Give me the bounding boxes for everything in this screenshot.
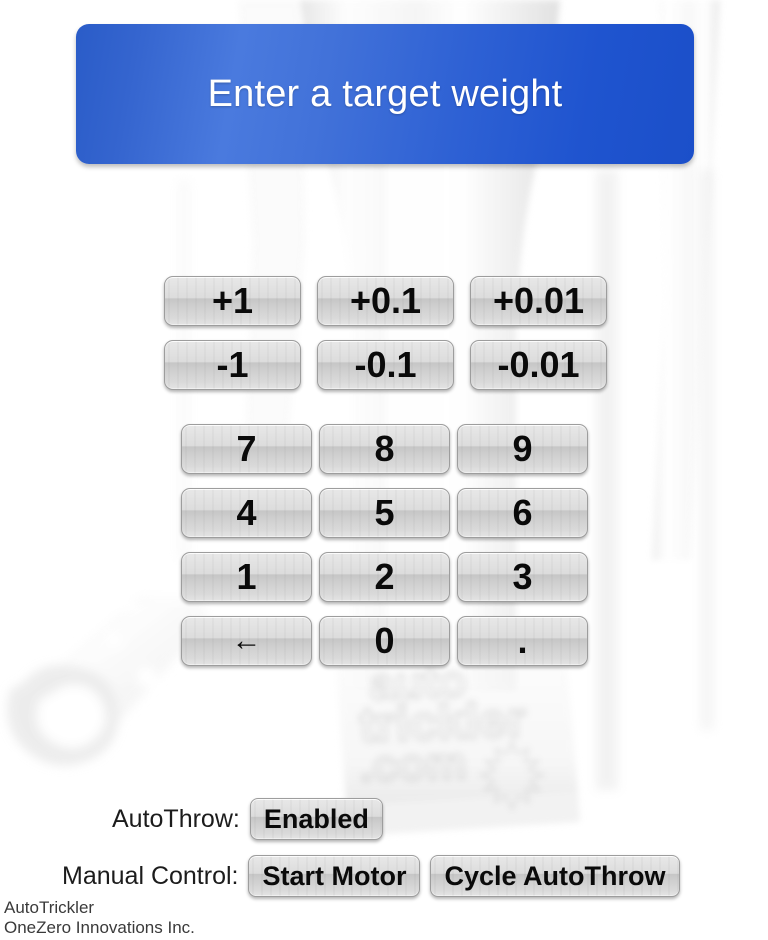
key-4-button[interactable]: 4 — [181, 488, 312, 538]
cycle-autothrow-button[interactable]: Cycle AutoThrow — [430, 855, 680, 897]
autothrow-label: AutoThrow: — [112, 804, 240, 833]
key-decimal-button[interactable]: . — [457, 616, 588, 666]
header-banner: Enter a target weight — [76, 24, 694, 164]
decrement-1-button[interactable]: -1 — [164, 340, 301, 390]
footer-company-name: OneZero Innovations Inc. — [4, 918, 195, 938]
start-motor-button[interactable]: Start Motor — [248, 855, 421, 897]
footer: AutoTrickler OneZero Innovations Inc. — [4, 898, 195, 938]
increment-0p01-button[interactable]: +0.01 — [470, 276, 607, 326]
autothrow-control-row: AutoThrow: Enabled — [112, 798, 383, 840]
decrement-0p1-button[interactable]: -0.1 — [317, 340, 454, 390]
svg-text:.com: .com — [359, 736, 468, 792]
decrement-0p01-button[interactable]: -0.01 — [470, 340, 607, 390]
manual-control-row: Manual Control: Start Motor Cycle AutoTh… — [62, 855, 680, 897]
key-3-button[interactable]: 3 — [457, 552, 588, 602]
increment-0p1-button[interactable]: +0.1 — [317, 276, 454, 326]
key-7-button[interactable]: 7 — [181, 424, 312, 474]
autothrow-state-button[interactable]: Enabled — [249, 798, 383, 840]
footer-app-name: AutoTrickler — [4, 898, 95, 917]
manual-control-label: Manual Control: — [62, 861, 239, 890]
page-title: Enter a target weight — [207, 72, 563, 115]
key-8-button[interactable]: 8 — [319, 424, 450, 474]
key-1-button[interactable]: 1 — [181, 552, 312, 602]
key-6-button[interactable]: 6 — [457, 488, 588, 538]
key-5-button[interactable]: 5 — [319, 488, 450, 538]
key-0-button[interactable]: 0 — [319, 616, 450, 666]
key-9-button[interactable]: 9 — [457, 424, 588, 474]
key-backspace-button[interactable]: ← — [181, 616, 312, 666]
increment-1-button[interactable]: +1 — [164, 276, 301, 326]
key-2-button[interactable]: 2 — [319, 552, 450, 602]
